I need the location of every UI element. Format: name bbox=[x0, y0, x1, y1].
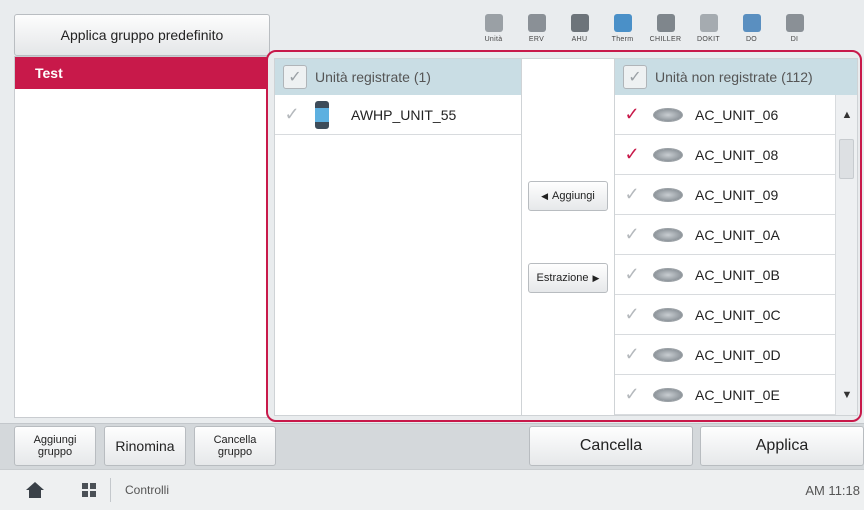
device-filter-0[interactable]: Unità bbox=[472, 8, 515, 52]
add-group-button[interactable]: Aggiungi gruppo bbox=[14, 426, 96, 466]
dokit-icon bbox=[699, 14, 718, 32]
device-filter-label: DI bbox=[790, 36, 799, 43]
device-filter-3[interactable]: Therm bbox=[601, 8, 644, 52]
unit-row[interactable]: ✓ AC_UNIT_0C bbox=[615, 295, 835, 335]
select-all-unregistered-checkbox[interactable]: ✓ bbox=[623, 65, 647, 89]
scroll-thumb[interactable] bbox=[839, 139, 854, 179]
device-filter-label: DOKIT bbox=[697, 36, 720, 43]
unit-name: AC_UNIT_09 bbox=[695, 186, 779, 203]
grid-menu-icon[interactable] bbox=[82, 483, 96, 497]
indoor-unit-icon bbox=[484, 14, 503, 32]
unit-checkbox[interactable]: ✓ bbox=[617, 104, 647, 125]
registered-header-label: Unità registrate (1) bbox=[315, 69, 431, 85]
registered-units-list: ✓ AWHP_UNIT_55 bbox=[275, 95, 521, 415]
delete-group-button[interactable]: Cancella gruppo bbox=[194, 426, 276, 466]
registered-header: ✓ Unità registrate (1) bbox=[275, 59, 521, 95]
unit-name: AC_UNIT_0D bbox=[695, 346, 781, 363]
awhp-unit-icon bbox=[315, 100, 329, 129]
unit-checkbox[interactable]: ✓ bbox=[617, 304, 647, 325]
device-type-toolbar: Unità ERV AHU Therm CHILLER DOKIT DO DI bbox=[472, 8, 816, 52]
unit-name: AC_UNIT_0E bbox=[695, 386, 780, 403]
unit-row[interactable]: ✓ AC_UNIT_0E bbox=[615, 375, 835, 415]
device-filter-label: DO bbox=[745, 36, 758, 43]
ahu-icon bbox=[570, 14, 589, 32]
unit-row[interactable]: ✓ AC_UNIT_0A bbox=[615, 215, 835, 255]
device-filter-label: Therm bbox=[611, 36, 634, 43]
device-filter-1[interactable]: ERV bbox=[515, 8, 558, 52]
unit-row[interactable]: ✓ AC_UNIT_08 bbox=[615, 135, 835, 175]
unregistered-units-list: ✓ AC_UNIT_06 ✓ AC_UNIT_08 ✓ AC_UNIT_09 ✓ AC_UNI… bbox=[615, 95, 835, 415]
apply-default-group-button[interactable]: Applica gruppo predefinito bbox=[14, 14, 270, 56]
chiller-icon bbox=[656, 14, 675, 32]
select-all-registered-checkbox[interactable]: ✓ bbox=[283, 65, 307, 89]
device-filter-6[interactable]: DO bbox=[730, 8, 773, 52]
unit-checkbox[interactable]: ✓ bbox=[617, 224, 647, 245]
erv-icon bbox=[527, 14, 546, 32]
ac-cassette-icon bbox=[653, 267, 683, 282]
cancel-button[interactable]: Cancella bbox=[529, 426, 693, 466]
unit-checkbox[interactable]: ✓ bbox=[277, 104, 307, 125]
unit-name: AC_UNIT_08 bbox=[695, 146, 779, 163]
scroll-down-arrow-icon[interactable]: ▼ bbox=[836, 383, 858, 407]
unit-checkbox[interactable]: ✓ bbox=[617, 384, 647, 405]
apply-button[interactable]: Applica bbox=[700, 426, 864, 466]
unit-name: AC_UNIT_0B bbox=[695, 266, 780, 283]
device-filter-7[interactable]: DI bbox=[773, 8, 816, 52]
device-filter-label: AHU bbox=[571, 36, 588, 43]
unit-row[interactable]: ✓ AC_UNIT_06 bbox=[615, 95, 835, 135]
group-list: Test bbox=[14, 56, 270, 418]
unregistered-units-panel: ✓ Unità non registrate (112) ✓ AC_UNIT_06… bbox=[614, 58, 858, 416]
unit-checkbox[interactable]: ✓ bbox=[617, 264, 647, 285]
rename-button[interactable]: Rinomina bbox=[104, 426, 186, 466]
di-icon bbox=[785, 14, 804, 32]
status-divider bbox=[110, 478, 111, 502]
unit-row[interactable]: ✓ AWHP_UNIT_55 bbox=[275, 95, 521, 135]
add-units-label: Aggiungi bbox=[552, 190, 595, 202]
ac-cassette-icon bbox=[653, 107, 683, 122]
ac-cassette-icon bbox=[653, 307, 683, 322]
device-filter-label: Unità bbox=[484, 36, 503, 43]
unit-row[interactable]: ✓ AC_UNIT_09 bbox=[615, 175, 835, 215]
transfer-controls: ◀ Aggiungi Estrazione ▶ bbox=[522, 58, 614, 416]
ac-cassette-icon bbox=[653, 227, 683, 242]
unit-name: AC_UNIT_06 bbox=[695, 106, 779, 123]
ac-cassette-icon bbox=[653, 147, 683, 162]
extract-units-label: Estrazione bbox=[536, 272, 589, 284]
arrow-right-icon: ▶ bbox=[592, 272, 600, 283]
group-item[interactable]: Test bbox=[15, 57, 269, 89]
add-units-button[interactable]: ◀ Aggiungi bbox=[528, 181, 608, 211]
unit-name: AC_UNIT_0C bbox=[695, 306, 781, 323]
ac-cassette-icon bbox=[653, 387, 683, 402]
unit-checkbox[interactable]: ✓ bbox=[617, 344, 647, 365]
arrow-left-icon: ◀ bbox=[541, 190, 549, 201]
unit-checkbox[interactable]: ✓ bbox=[617, 184, 647, 205]
device-filter-4[interactable]: CHILLER bbox=[644, 8, 687, 52]
device-filter-5[interactable]: DOKIT bbox=[687, 8, 730, 52]
unit-name: AC_UNIT_0A bbox=[695, 226, 780, 243]
clock-time: AM 11:18 bbox=[805, 482, 860, 498]
extract-units-button[interactable]: Estrazione ▶ bbox=[528, 263, 608, 293]
home-icon[interactable] bbox=[26, 482, 44, 498]
device-filter-2[interactable]: AHU bbox=[558, 8, 601, 52]
unit-name: AWHP_UNIT_55 bbox=[351, 106, 457, 123]
unregistered-header: ✓ Unità non registrate (112) bbox=[615, 59, 857, 95]
do-icon bbox=[742, 14, 761, 32]
status-bar: Controlli AM 11:18 bbox=[0, 469, 864, 510]
unregistered-scrollbar[interactable]: ▲ ▼ bbox=[835, 95, 857, 415]
thermostat-icon bbox=[613, 14, 632, 32]
unit-row[interactable]: ✓ AC_UNIT_0D bbox=[615, 335, 835, 375]
scroll-up-arrow-icon[interactable]: ▲ bbox=[836, 103, 858, 127]
device-filter-label: CHILLER bbox=[649, 36, 682, 43]
unit-checkbox[interactable]: ✓ bbox=[617, 144, 647, 165]
ac-cassette-icon bbox=[653, 187, 683, 202]
unregistered-header-label: Unità non registrate (112) bbox=[655, 69, 813, 85]
device-filter-label: ERV bbox=[528, 36, 545, 43]
breadcrumb: Controlli bbox=[125, 483, 170, 497]
registered-units-panel: ✓ Unità registrate (1) ✓ AWHP_UNIT_55 bbox=[274, 58, 522, 416]
ac-cassette-icon bbox=[653, 347, 683, 362]
unit-row[interactable]: ✓ AC_UNIT_0B bbox=[615, 255, 835, 295]
